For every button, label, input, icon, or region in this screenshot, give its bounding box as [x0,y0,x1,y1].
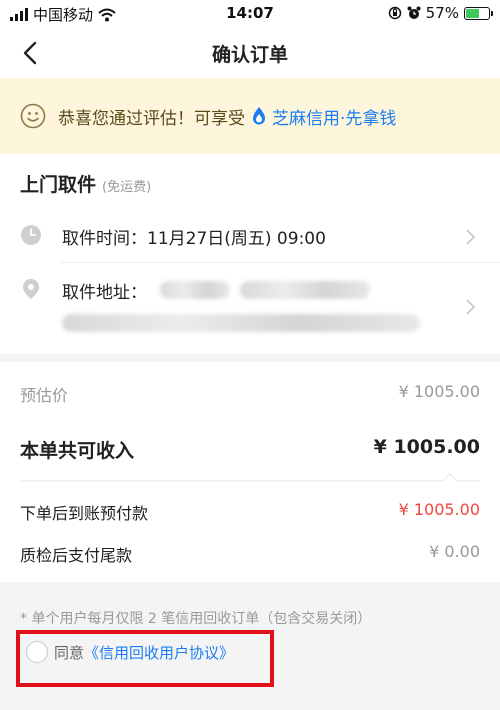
total-income-value: ¥ 1005.00 [373,436,480,458]
location-pin-icon [23,279,39,299]
total-income-label: 本单共可收入 [20,440,135,462]
section-divider [20,473,480,482]
status-right: 57% [388,4,493,22]
orientation-lock-icon [388,6,401,20]
price-section: 预估价 ¥ 1005.00 本单共可收入 ¥ 1005.00 下单后到账预付款 … [0,362,500,582]
address-name-redacted [160,281,230,299]
page-title: 确认订单 [211,44,288,66]
chevron-right-icon [466,229,476,245]
zhima-credit-link[interactable]: 芝麻信用·先拿钱 [272,104,396,129]
battery-percent: 57% [425,4,459,22]
estimate-label: 预估价 [20,386,69,405]
prepay-value: ¥ 1005.00 [398,500,480,519]
highlight-annotation-box [16,630,274,687]
address-detail-redacted [62,314,420,332]
battery-icon [464,6,493,20]
chevron-right-icon [466,299,476,315]
address-phone-redacted [240,281,370,299]
estimate-value: ¥ 1005.00 [398,382,480,401]
final-payment-label: 质检后支付尾款 [20,546,133,565]
navigation-bar: 确认订单 [0,28,500,78]
pickup-time-text: 取件时间：11月27日(周五) 09:00 [62,224,326,249]
limit-note: * 单个用户每月仅限 2 笔信用回收订单（包含交易关闭） [20,611,372,627]
pickup-time-value: 11月27日(周五) 09:00 [147,229,326,249]
pickup-heading: 上门取件 (免运费) [20,170,151,197]
row-divider [60,262,500,263]
credit-banner: 恭喜您通过评估！可享受 芝麻信用·先拿钱 [0,78,500,154]
pickup-subtitle: (免运费) [102,180,152,195]
zhima-credit-icon [253,107,265,125]
status-bar: 中国移动 14:07 57% [0,0,500,28]
pickup-address-label: 取件地址： [62,283,147,303]
pickup-section: 上门取件 (免运费) 取件时间：11月27日(周五) 09:00 取件地址： [0,154,500,354]
smile-icon [20,103,46,129]
final-payment-value: ¥ 0.00 [429,542,480,561]
pickup-time-label: 取件时间： [62,229,147,249]
alarm-icon [407,6,421,19]
clock-icon [21,225,41,245]
pickup-address-row[interactable]: 取件地址： [0,264,500,344]
banner-text: 恭喜您通过评估！可享受 [58,108,245,129]
pickup-time-row[interactable]: 取件时间：11月27日(周五) 09:00 [0,212,500,262]
pickup-title: 上门取件 [20,174,97,196]
prepay-label: 下单后到账预付款 [20,504,149,523]
